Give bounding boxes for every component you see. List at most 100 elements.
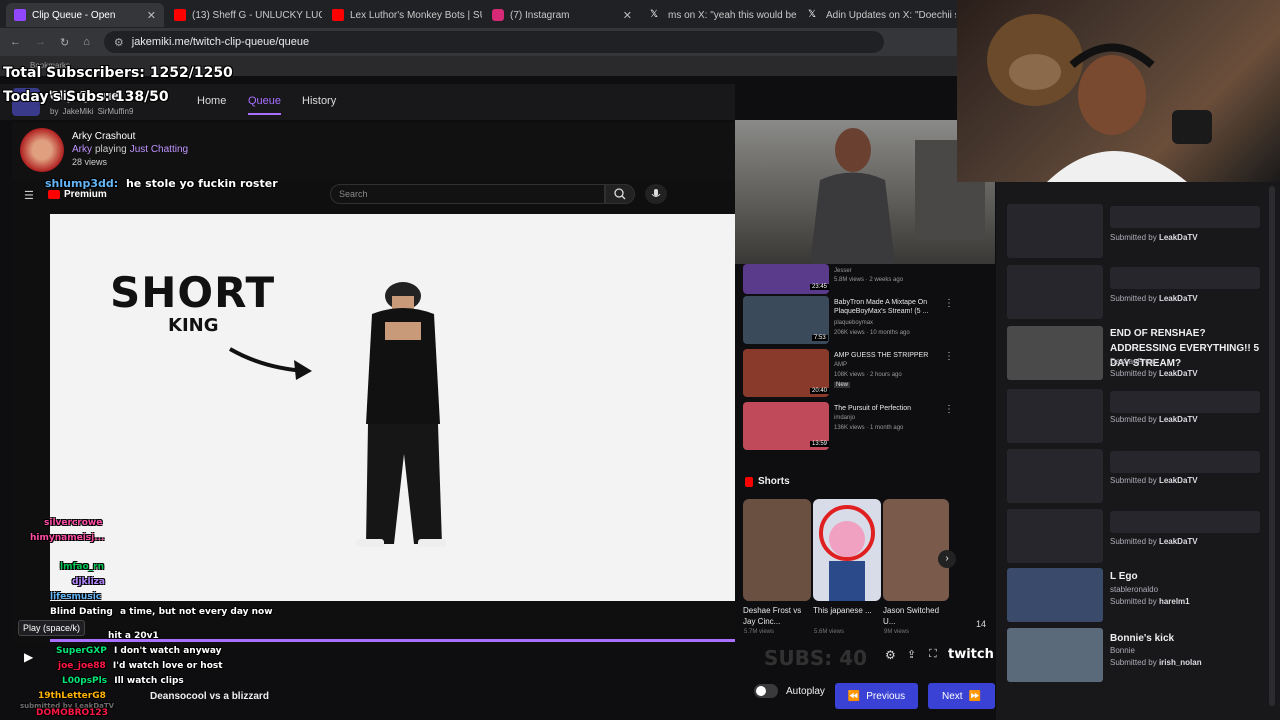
share-icon[interactable]: ⇪	[907, 648, 916, 661]
chat-username: silvercrowe	[44, 518, 103, 528]
rec-title[interactable]: The Pursuit of Perfection	[834, 404, 939, 413]
twitch-logo[interactable]: twitch	[948, 647, 994, 662]
short-thumbnail[interactable]	[883, 499, 949, 601]
back-arrow-icon[interactable]: ←	[10, 36, 21, 48]
queue-item-title[interactable]: L Ego	[1110, 569, 1270, 584]
total-subscribers-overlay: Total Subscribers: 1252/1250	[3, 65, 233, 81]
by-label: by	[50, 107, 59, 116]
rewind-icon: ⏪	[847, 690, 861, 702]
short-meta: 5.6M views	[814, 629, 845, 635]
queue-item-thumbnail[interactable]	[1007, 326, 1103, 380]
short-thumbnail[interactable]	[743, 499, 811, 601]
forward-arrow-icon[interactable]: →	[35, 36, 46, 48]
chat-username: shlump3dd:	[45, 177, 119, 190]
next-button[interactable]: Next ⏩	[928, 683, 995, 709]
submitted-by-label: Submitted by	[1110, 369, 1157, 378]
url-field[interactable]: ⚙ jakemiki.me/twitch-clip-queue/queue	[103, 31, 884, 53]
submitter-name: irish_nolan	[1158, 658, 1202, 667]
rec-channel[interactable]: AMP	[834, 362, 847, 368]
chat-username: SuperGXP	[56, 646, 107, 656]
submitted-by-label: Submitted by	[1110, 476, 1157, 485]
play-icon[interactable]: ▶	[24, 650, 33, 664]
submitter-name: LeakDaTV	[1158, 369, 1198, 378]
queue-item-thumbnail[interactable]	[1007, 509, 1103, 563]
fullscreen-icon[interactable]: ⛶	[929, 648, 937, 661]
clip-channel[interactable]: Arky	[72, 144, 92, 155]
submitter-name: LeakDaTV	[1158, 294, 1198, 303]
previous-button[interactable]: ⏪ Previous	[835, 683, 918, 709]
tab-instagram[interactable]: (7) Instagram ✕	[484, 3, 640, 27]
short-title[interactable]: This japanese ...	[813, 605, 873, 616]
chat-username: himynameisj...	[30, 533, 105, 543]
queue-item-submitter: Submitted by irish_nolan	[1110, 658, 1202, 667]
tab-youtube-sheff[interactable]: (13) Sheff G - UNLUCKY LUCKY ✕	[166, 3, 322, 27]
queue-item-submitter: Submitted by LeakDaTV	[1110, 233, 1198, 242]
queue-item-creator: Bonnie	[1110, 646, 1135, 655]
queue-item-title-placeholder	[1110, 451, 1260, 473]
youtube-premium-logo[interactable]: Premium	[48, 189, 107, 200]
clip-title: Arky Crashout	[72, 131, 136, 142]
nav-home[interactable]: Home	[197, 95, 226, 107]
rec-channel[interactable]: plaqueboymax	[834, 320, 873, 326]
rec-duration: 13:59	[810, 441, 830, 447]
clip-category[interactable]: Just Chatting	[130, 144, 188, 155]
autoplay-toggle[interactable]	[754, 684, 778, 698]
queue-item-thumbnail[interactable]	[1007, 389, 1103, 443]
autoplay-label: Autoplay	[786, 686, 825, 697]
nav-history[interactable]: History	[302, 95, 336, 107]
more-options-icon[interactable]: ⋮	[944, 351, 954, 362]
more-options-icon[interactable]: ⋮	[944, 404, 954, 415]
chat-text: he stole yo fuckin roster	[125, 177, 278, 190]
nav-queue[interactable]: Queue	[248, 95, 282, 115]
chevron-right-icon[interactable]: ›	[938, 550, 956, 568]
new-badge: New	[834, 382, 851, 388]
queue-item-thumbnail[interactable]	[1007, 265, 1103, 319]
queue-item-thumbnail[interactable]	[1007, 568, 1103, 622]
queue-item-thumbnail[interactable]	[1007, 449, 1103, 503]
url-text: jakemiki.me/twitch-clip-queue/queue	[131, 36, 310, 48]
youtube-search-input[interactable]: Search	[330, 184, 605, 204]
tab-title: (7) Instagram	[510, 9, 570, 21]
short-meta: 5.7M views	[744, 629, 775, 635]
chat-text: hit a 20v1	[108, 631, 159, 641]
site-authors: by JakeMiki SirMuffin9	[50, 107, 133, 116]
queue-item-title[interactable]: Bonnie's kick	[1110, 631, 1270, 646]
author-link[interactable]: SirMuffin9	[98, 107, 134, 116]
short-title[interactable]: Deshae Frost vs Jay Cinc...	[743, 605, 803, 627]
home-icon[interactable]: ⌂	[83, 36, 90, 48]
close-tab-icon[interactable]: ✕	[147, 9, 156, 22]
youtube-logo-icon	[48, 190, 60, 199]
chat-message: L00psPls Ill watch clips	[62, 676, 184, 686]
microphone-icon[interactable]	[645, 184, 667, 204]
tab-x-ms[interactable]: 𝕏 ms on X: "yeah this would be m ✕	[642, 3, 798, 27]
reload-icon[interactable]: ↻	[60, 36, 69, 49]
settings-gear-icon[interactable]: ⚙	[885, 648, 896, 662]
youtube-favicon-icon	[332, 9, 344, 21]
close-tab-icon[interactable]: ✕	[623, 9, 632, 22]
tab-clip-queue[interactable]: Clip Queue - Open ✕	[6, 3, 164, 27]
more-options-icon[interactable]: ⋮	[944, 298, 954, 309]
rec-title[interactable]: AMP GUESS THE STRIPPER	[834, 351, 939, 360]
short-title[interactable]: Jason Switched U...	[883, 605, 943, 627]
chat-text: a time, but not every day now	[119, 607, 273, 617]
queue-scrollbar[interactable]	[1269, 186, 1275, 706]
tab-youtube-lex[interactable]: Lex Luthor's Monkey Bots | SUP ✕	[324, 3, 482, 27]
rec-title[interactable]: BabyTron Made A Mixtape On PlaqueBoyMax'…	[834, 298, 939, 316]
queue-item-submitter: Submitted by LeakDaTV	[1110, 415, 1198, 424]
site-info-icon[interactable]: ⚙	[114, 36, 124, 49]
chat-message: silvercrowe	[44, 518, 106, 528]
rec-channel[interactable]: imdanjo	[834, 415, 855, 421]
tab-x-adin[interactable]: 𝕏 Adin Updates on X: "Doechii se ✕	[800, 3, 956, 27]
chat-username: lmfao_rn	[60, 562, 104, 572]
search-icon[interactable]	[605, 184, 635, 204]
hamburger-menu-icon[interactable]: ☰	[24, 189, 34, 202]
rec-meta: 5.8M views · 2 weeks ago	[834, 277, 904, 283]
short-thumbnail[interactable]	[813, 499, 881, 601]
rec-channel[interactable]: Jesser	[834, 268, 852, 274]
author-link[interactable]: JakeMiki	[62, 107, 93, 116]
chat-username: joe_joe88	[58, 661, 106, 671]
queue-item-thumbnail[interactable]	[1007, 204, 1103, 258]
chat-message: DOMOBRO123	[36, 708, 112, 718]
submitter-name: LeakDaTV	[1158, 537, 1198, 546]
queue-item-thumbnail[interactable]	[1007, 628, 1103, 682]
